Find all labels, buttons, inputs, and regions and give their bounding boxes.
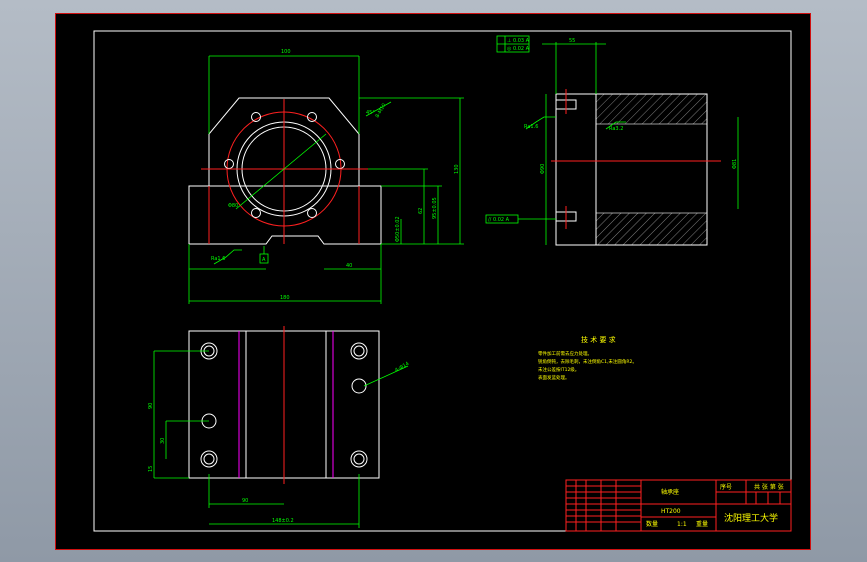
bolt-hole [307, 208, 317, 218]
dim-label: Φ90 [540, 164, 546, 174]
section-hatch-top [595, 93, 708, 125]
dim-label: 90 [242, 498, 248, 504]
roughness-label: Ra3.2 [609, 126, 623, 132]
tech-req-line: 表面发蓝处理。 [538, 374, 570, 381]
cad-drawing: 100 180 40 130 95±0.05 62 Φ50±0.02 8-M10… [93, 30, 792, 532]
dim-label: 100 [281, 49, 291, 55]
dim-label: Φ80 [228, 203, 238, 209]
dim-label: 45° [366, 110, 375, 116]
tech-req-line: 锐角倒钝，去除毛刺，未注倒角C1,未注圆角R2。 [538, 358, 637, 365]
section-hatch-bottom [595, 212, 708, 246]
cad-viewport[interactable]: 100 180 40 130 95±0.05 62 Φ50±0.02 8-M10… [0, 0, 867, 562]
dim-label: 90 [148, 403, 154, 409]
tolerance-label: ⊥ 0.03 A [507, 38, 530, 44]
title-scale: 1:1 [677, 521, 687, 528]
bolt-hole [251, 112, 261, 122]
title-block: 轴承座 HT200 1:1 数量 重量 序号 共 张 第 张 沈阳理工大学 [565, 479, 792, 532]
mount-hole [200, 450, 218, 468]
title-school: 沈阳理工大学 [724, 512, 778, 524]
title-no-label: 序号 [720, 483, 732, 491]
datum-label: A [262, 257, 266, 263]
bolt-hole [307, 112, 317, 122]
tech-req-title: 技 术 要 求 [581, 335, 616, 344]
dim-label: 15 [148, 466, 154, 472]
dim-label: 30 [160, 438, 166, 444]
mount-hole-inner [353, 453, 365, 465]
title-weight-label: 重量 [696, 520, 708, 528]
front-view: 100 180 40 130 95±0.05 62 Φ50±0.02 8-M10… [188, 49, 464, 304]
roughness-label: Ra1.6 [524, 124, 538, 130]
mount-hole-inner [203, 453, 215, 465]
dim-label: 4-Φ14 [394, 361, 410, 374]
title-material: HT200 [661, 508, 681, 515]
tech-req-line: 未注公差按IT12级。 [538, 366, 579, 373]
mount-hole [350, 450, 368, 468]
tolerance-label: // 0.02 A [488, 217, 510, 223]
roughness-label: Ra1.6 [211, 256, 225, 262]
dim-label: 62 [418, 208, 424, 214]
dim-label: 8-M10 [375, 102, 388, 119]
bolt-hole [251, 208, 261, 218]
dim-label: Φ81 [732, 159, 738, 169]
title-qty-label: 数量 [646, 520, 658, 528]
tech-requirements: 技 术 要 求 零件加工前需去应力处理。 锐角倒钝，去除毛刺，未注倒角C1,未注… [538, 335, 637, 381]
title-sheet-info: 共 张 第 张 [754, 483, 784, 491]
mount-hole [350, 342, 368, 360]
mount-hole [351, 378, 367, 394]
top-view: 90 30 15 90 148±0.2 4-Φ14 [148, 326, 410, 528]
dim-label: 95±0.05 [432, 197, 438, 219]
side-view: 55 ⊥ 0.03 A ◎ 0.02 A // 0.02 A Ra1.6 Ra3… [485, 35, 739, 246]
bolt-hole [224, 159, 234, 169]
dim-label: Φ50±0.02 [395, 216, 401, 242]
title-part-name: 轴承座 [661, 488, 679, 496]
dim-label: 40 [346, 263, 352, 269]
front-outline [188, 97, 382, 245]
tech-req-line: 零件加工前需去应力处理。 [538, 350, 592, 357]
dim-label: 148±0.2 [272, 518, 294, 524]
dim-label: 180 [280, 295, 290, 301]
mount-hole-inner [353, 345, 365, 357]
tolerance-label: ◎ 0.02 A [507, 46, 530, 52]
dim-label: 55 [569, 38, 575, 44]
drawing-sheet: 100 180 40 130 95±0.05 62 Φ50±0.02 8-M10… [55, 13, 811, 550]
dim-label: 130 [454, 164, 460, 174]
